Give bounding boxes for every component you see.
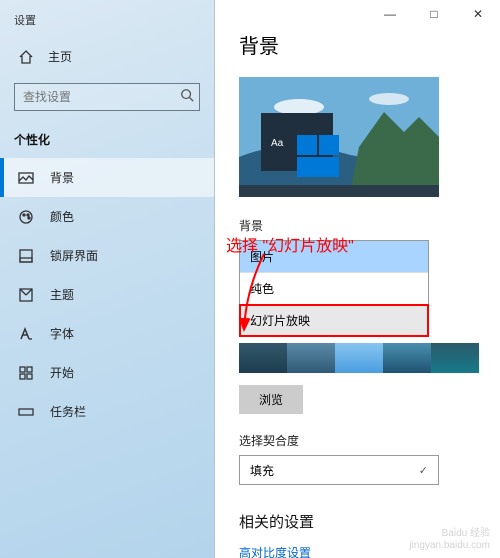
settings-window: 设置 主页 个性化 背景 颜色 锁屏界面 主题	[0, 0, 500, 558]
dropdown-option-picture[interactable]: 图片	[240, 241, 428, 273]
browse-button[interactable]: 浏览	[239, 385, 303, 414]
fit-select[interactable]: 填充 ✓	[239, 455, 439, 485]
content: 背景 Aa 背景 图片 纯色 幻灯片放映	[215, 28, 500, 558]
fit-value: 填充	[250, 462, 274, 479]
background-type-dropdown[interactable]: 图片 纯色 幻灯片放映	[239, 240, 429, 337]
dropdown-option-solid[interactable]: 纯色	[240, 273, 428, 305]
fonts-icon	[18, 326, 34, 342]
recent-images	[239, 343, 482, 373]
thumb-image[interactable]	[239, 343, 287, 373]
preview-tile	[319, 135, 339, 155]
thumb-image[interactable]	[383, 343, 431, 373]
dropdown-option-slideshow[interactable]: 幻灯片放映	[240, 305, 428, 336]
nav-item-start[interactable]: 开始	[0, 353, 214, 392]
picture-icon	[18, 170, 34, 186]
palette-icon	[18, 209, 34, 225]
watermark-brand: Bai̇du 经验	[409, 528, 490, 540]
nav-item-fonts[interactable]: 字体	[0, 314, 214, 353]
home-link[interactable]: 主页	[0, 38, 214, 75]
thumb-image[interactable]	[431, 343, 479, 373]
nav-label: 锁屏界面	[50, 247, 98, 264]
themes-icon	[18, 287, 34, 303]
sidebar: 设置 主页 个性化 背景 颜色 锁屏界面 主题	[0, 0, 215, 558]
page-title: 背景	[239, 30, 482, 59]
start-icon	[18, 365, 34, 381]
close-button[interactable]: ✕	[456, 0, 500, 28]
thumb-image[interactable]	[287, 343, 335, 373]
title-bar: — □ ✕	[215, 0, 500, 28]
minimize-button[interactable]: —	[368, 0, 412, 28]
nav-label: 任务栏	[50, 403, 86, 420]
watermark-url: jingyan.baidu.com	[409, 540, 490, 552]
taskbar-icon	[18, 404, 34, 420]
preview-taskbar	[239, 185, 439, 197]
fit-label: 选择契合度	[239, 432, 482, 449]
maximize-button[interactable]: □	[412, 0, 456, 28]
search-input[interactable]	[14, 83, 200, 111]
thumb-image[interactable]	[335, 343, 383, 373]
search-wrap	[14, 83, 200, 111]
nav-item-lockscreen[interactable]: 锁屏界面	[0, 236, 214, 275]
chevron-down-icon: ✓	[419, 464, 428, 477]
nav-label: 字体	[50, 325, 74, 342]
main-panel: — □ ✕ 背景 Aa 背景	[215, 0, 500, 558]
lockscreen-icon	[18, 248, 34, 264]
nav-label: 主题	[50, 286, 74, 303]
nav-item-taskbar[interactable]: 任务栏	[0, 392, 214, 431]
nav-item-themes[interactable]: 主题	[0, 275, 214, 314]
preview-tile	[297, 157, 339, 177]
preview-tile	[297, 135, 317, 155]
preview-sample-text: Aa	[271, 138, 283, 149]
search-icon	[180, 88, 194, 105]
nav-label: 背景	[50, 169, 74, 186]
section-title: 个性化	[0, 125, 214, 158]
nav-label: 颜色	[50, 208, 74, 225]
nav-item-background[interactable]: 背景	[0, 158, 214, 197]
background-preview: Aa	[239, 77, 439, 197]
nav-label: 开始	[50, 364, 74, 381]
window-title: 设置	[0, 0, 214, 34]
watermark: Bai̇du 经验 jingyan.baidu.com	[409, 528, 490, 552]
home-label: 主页	[48, 48, 72, 65]
home-icon	[18, 49, 34, 65]
nav-item-colors[interactable]: 颜色	[0, 197, 214, 236]
background-label: 背景	[239, 217, 482, 234]
